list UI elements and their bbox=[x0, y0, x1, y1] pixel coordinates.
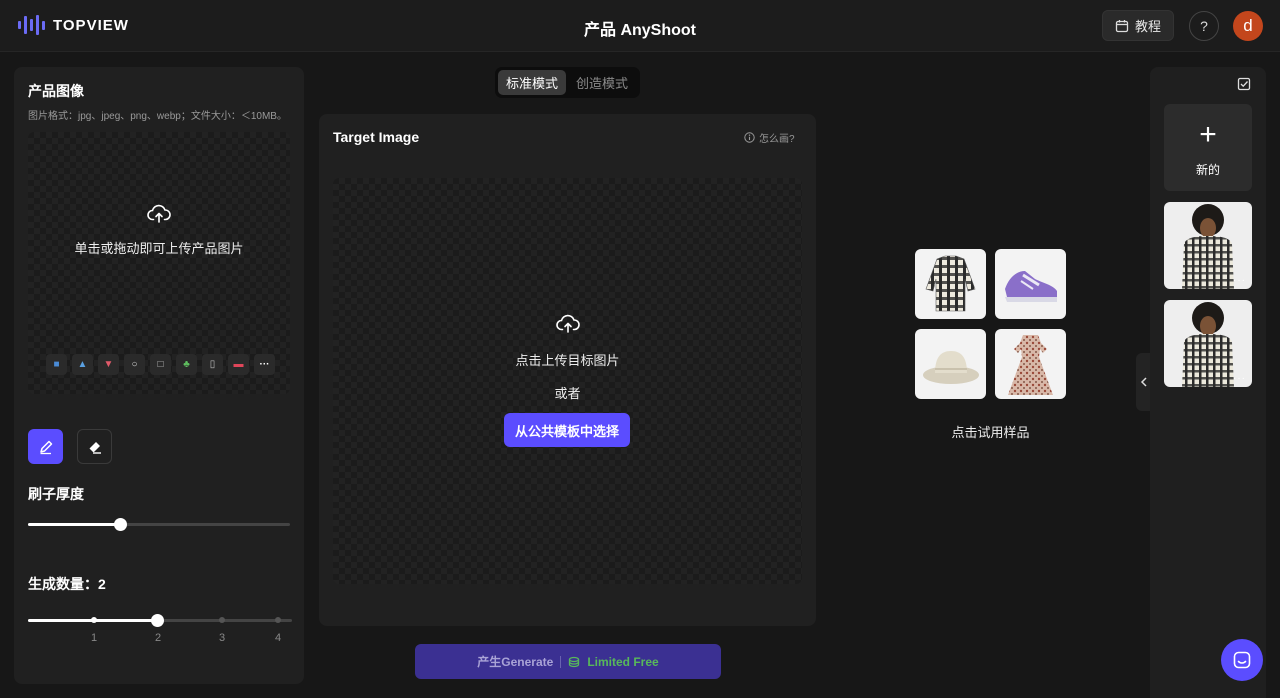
upload-instruction: 单击或拖动即可上传产品图片 bbox=[74, 241, 244, 256]
support-chat-button[interactable] bbox=[1221, 639, 1263, 681]
generate-count-label: 生成数量：2 bbox=[28, 576, 106, 592]
divider bbox=[560, 655, 562, 668]
calendar-icon bbox=[1115, 19, 1129, 32]
jacket-icon[interactable]: ■ bbox=[46, 354, 67, 375]
logo-mark-icon bbox=[18, 15, 45, 35]
info-icon bbox=[744, 132, 755, 143]
more-icon[interactable]: ··· bbox=[254, 354, 275, 375]
history-item[interactable]: ··· bbox=[1164, 202, 1252, 289]
dress-icon[interactable]: ▲ bbox=[72, 354, 93, 375]
cloud-upload-icon bbox=[147, 204, 171, 223]
sample-plaid-shirt[interactable] bbox=[915, 249, 986, 319]
floral-dress-image bbox=[1008, 335, 1053, 395]
brush-tool-button[interactable] bbox=[28, 429, 63, 464]
choose-template-button[interactable]: 从公共模板中选择 bbox=[504, 413, 630, 447]
target-upload-area[interactable]: 点击上传目标图片 或者 从公共模板中选择 bbox=[333, 178, 802, 584]
brush-thickness-label: 刷子厚度 bbox=[28, 486, 84, 502]
brush-slider-handle[interactable] bbox=[114, 518, 127, 531]
checkbox-select-icon[interactable] bbox=[1237, 77, 1251, 91]
tab-creative-mode[interactable]: 创造模式 bbox=[568, 70, 636, 95]
bucket-hat-image bbox=[923, 351, 979, 384]
product-upload-area[interactable]: 单击或拖动即可上传产品图片 ■ ▲ ▼ ○ □ ♣ ▯ ▬ ··· bbox=[28, 132, 290, 394]
mode-toggle: 标准模式 创造模式 bbox=[495, 67, 640, 98]
tick-label: 4 bbox=[274, 632, 282, 644]
chat-icon bbox=[1233, 651, 1251, 669]
upload-target-instruction: 点击上传目标图片 bbox=[515, 353, 620, 368]
purple-sneaker-image bbox=[1005, 271, 1057, 302]
limited-free-label: Limited Free bbox=[587, 654, 659, 669]
more-options-icon[interactable]: ··· bbox=[1233, 373, 1246, 384]
tutorial-label: 教程 bbox=[1134, 19, 1161, 34]
coins-icon bbox=[569, 656, 580, 667]
eraser-icon bbox=[89, 441, 101, 454]
help-button[interactable]: ? bbox=[1189, 11, 1219, 41]
tick-label: 1 bbox=[90, 632, 98, 644]
count-step-3[interactable] bbox=[219, 617, 225, 623]
tab-standard-mode[interactable]: 标准模式 bbox=[498, 70, 566, 95]
generate-button[interactable]: 产生Generate Limited Free bbox=[415, 644, 721, 679]
tick-label: 2 bbox=[154, 632, 162, 644]
product-image-panel: 产品图像 图片格式：jpg、jpeg、png、webp；文件大小：＜10MB。 … bbox=[14, 67, 304, 684]
sample-floral-dress[interactable] bbox=[995, 329, 1066, 399]
shoe-icon[interactable]: ▼ bbox=[98, 354, 119, 375]
new-project-button[interactable]: + 新的 bbox=[1164, 104, 1252, 191]
plus-icon: + bbox=[1199, 118, 1217, 151]
or-separator: 或者 bbox=[554, 386, 581, 401]
tick-label: 3 bbox=[218, 632, 226, 644]
top-bar: TOPVIEW 产品 AnyShoot 教程 ? d bbox=[0, 0, 1280, 52]
sample-bucket-hat[interactable] bbox=[915, 329, 986, 399]
brush-slider-fill bbox=[28, 523, 120, 526]
generate-label: 产生Generate bbox=[477, 655, 554, 669]
product-image-title: 产品图像 bbox=[28, 83, 84, 99]
pen-icon bbox=[39, 440, 52, 454]
history-item[interactable]: ··· bbox=[1164, 300, 1252, 387]
eraser-tool-button[interactable] bbox=[77, 429, 112, 464]
new-label: 新的 bbox=[1195, 163, 1220, 177]
tutorial-button[interactable]: 教程 bbox=[1102, 10, 1174, 41]
target-image-panel: Target Image 怎么画? 点击上传目标图片 或者 从公共模板中选择 bbox=[319, 114, 816, 626]
try-samples-label: 点击试用样品 bbox=[951, 425, 1030, 440]
file-format-hint: 图片格式：jpg、jpeg、png、webp；文件大小：＜10MB。 bbox=[28, 111, 287, 122]
more-options-icon[interactable]: ··· bbox=[1233, 275, 1246, 286]
cloud-upload-icon bbox=[556, 314, 580, 333]
count-slider-handle[interactable] bbox=[151, 614, 164, 627]
target-image-title: Target Image bbox=[333, 129, 420, 145]
page-title: 产品 AnyShoot bbox=[584, 22, 696, 39]
brand-name: TOPVIEW bbox=[53, 16, 129, 34]
topview-logo[interactable]: TOPVIEW bbox=[18, 15, 129, 35]
count-step-4[interactable] bbox=[275, 617, 281, 623]
car-icon[interactable]: ▬ bbox=[228, 354, 249, 375]
how-to-draw-link[interactable]: 怎么画? bbox=[744, 130, 795, 145]
avatar[interactable]: d bbox=[1233, 11, 1263, 41]
how-to-draw-label: 怎么画? bbox=[759, 134, 795, 145]
history-panel: + 新的 ··· ··· bbox=[1150, 67, 1266, 698]
chevron-left-icon bbox=[1140, 377, 1147, 387]
box-icon[interactable]: □ bbox=[150, 354, 171, 375]
sample-sneaker[interactable] bbox=[995, 249, 1066, 319]
plaid-shirt-image bbox=[925, 255, 976, 312]
plant-icon[interactable]: ♣ bbox=[176, 354, 197, 375]
phone-icon[interactable]: ▯ bbox=[202, 354, 223, 375]
category-shortcuts: ■ ▲ ▼ ○ □ ♣ ▯ ▬ ··· bbox=[46, 354, 275, 375]
count-step-1[interactable] bbox=[91, 617, 97, 623]
ring-icon[interactable]: ○ bbox=[124, 354, 145, 375]
